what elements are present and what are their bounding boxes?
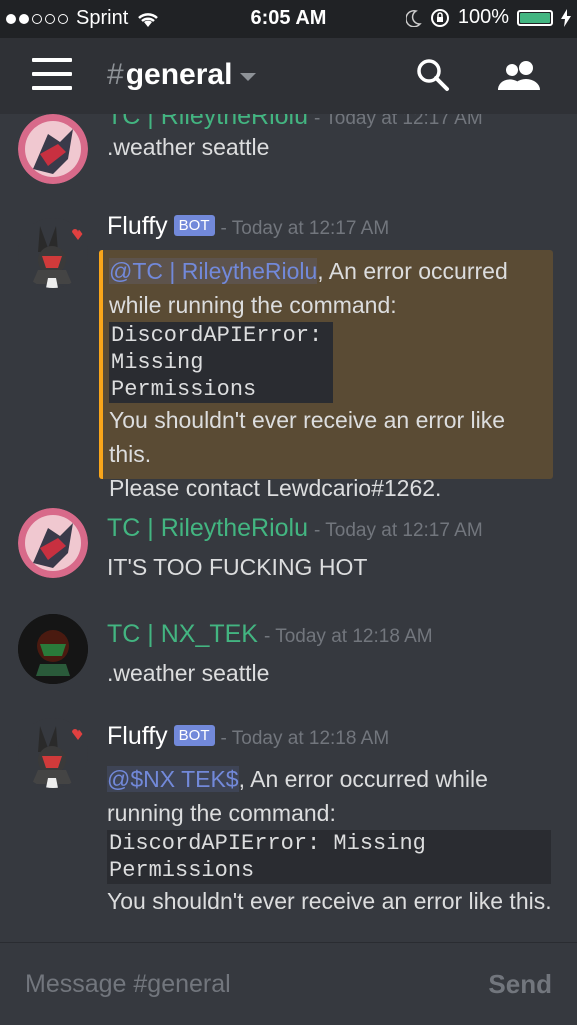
avatar[interactable]	[18, 114, 88, 184]
menu-icon[interactable]	[32, 58, 72, 90]
message-text: You shouldn't ever receive an error like…	[107, 888, 552, 914]
rotation-lock-icon	[430, 8, 449, 27]
message-text: .weather seattle	[107, 134, 270, 160]
error-code: DiscordAPIError: Missing Permissions	[107, 830, 551, 884]
embed-text: Please contact Lewdcario#1262.	[109, 475, 442, 501]
embed-text: , An error occurred	[317, 258, 508, 284]
status-bar: Sprint 6:05 AM 100%	[0, 0, 577, 38]
battery-icon	[517, 9, 553, 26]
members-icon[interactable]	[498, 60, 542, 90]
status-right: 100%	[405, 6, 571, 29]
bot-badge: BOT	[173, 215, 215, 236]
message-composer: Message #general Send	[0, 942, 577, 1025]
message-timestamp: - Today at 12:17 AM	[314, 520, 483, 541]
avatar[interactable]	[18, 718, 88, 788]
message-input[interactable]: Message #general	[25, 970, 231, 999]
message-timestamp: - Today at 12:17 AM	[314, 114, 483, 129]
message-text: running the command:	[107, 800, 336, 826]
message-author[interactable]: TC | RileytheRiolu - Today at 12:17 AM	[107, 114, 483, 131]
channel-title[interactable]: # general	[107, 58, 257, 92]
avatar[interactable]	[18, 508, 88, 578]
bot-badge: BOT	[173, 725, 215, 746]
avatar[interactable]	[18, 218, 88, 288]
embed-text: You shouldn't ever receive an error like…	[109, 407, 506, 467]
message-text: .weather seattle	[107, 660, 270, 686]
avatar[interactable]	[18, 614, 88, 684]
message-author[interactable]: Fluffy BOT - Today at 12:17 AM	[107, 212, 389, 241]
channel-name: general	[125, 58, 233, 91]
embed-text: while running the command:	[109, 292, 397, 318]
message-list[interactable]: TC | RileytheRiolu - Today at 12:17 AM .w…	[0, 114, 577, 942]
channel-header: # general	[0, 38, 577, 114]
error-code: DiscordAPIError: Missing Permissions	[109, 322, 333, 403]
message-timestamp: - Today at 12:18 AM	[220, 728, 390, 749]
battery-percent: 100%	[457, 6, 509, 28]
send-button[interactable]: Send	[488, 969, 552, 1000]
channel-hash: #	[107, 58, 124, 91]
moon-icon	[405, 9, 422, 27]
error-embed: @TC | RileytheRiolu, An error occurred w…	[99, 250, 553, 501]
chevron-down-icon	[240, 73, 257, 81]
message-timestamp: - Today at 12:18 AM	[263, 626, 433, 647]
message-text: , An error occurred while	[238, 766, 488, 792]
search-icon[interactable]	[416, 58, 450, 92]
user-mention[interactable]: @TC | RileytheRiolu	[109, 258, 318, 284]
message-author[interactable]: TC | RileytheRiolu - Today at 12:17 AM	[107, 514, 483, 543]
message-author[interactable]: Fluffy BOT - Today at 12:18 AM	[107, 722, 389, 751]
message-timestamp: - Today at 12:17 AM	[220, 218, 390, 239]
message-author[interactable]: TC | NX_TEK - Today at 12:18 AM	[107, 620, 433, 649]
charging-icon	[561, 8, 571, 27]
message-text: IT'S TOO FUCKING HOT	[107, 554, 368, 580]
message-body: @$NX TEK$, An error occurred while runni…	[107, 762, 553, 918]
user-mention[interactable]: @$NX TEK$	[107, 766, 239, 792]
